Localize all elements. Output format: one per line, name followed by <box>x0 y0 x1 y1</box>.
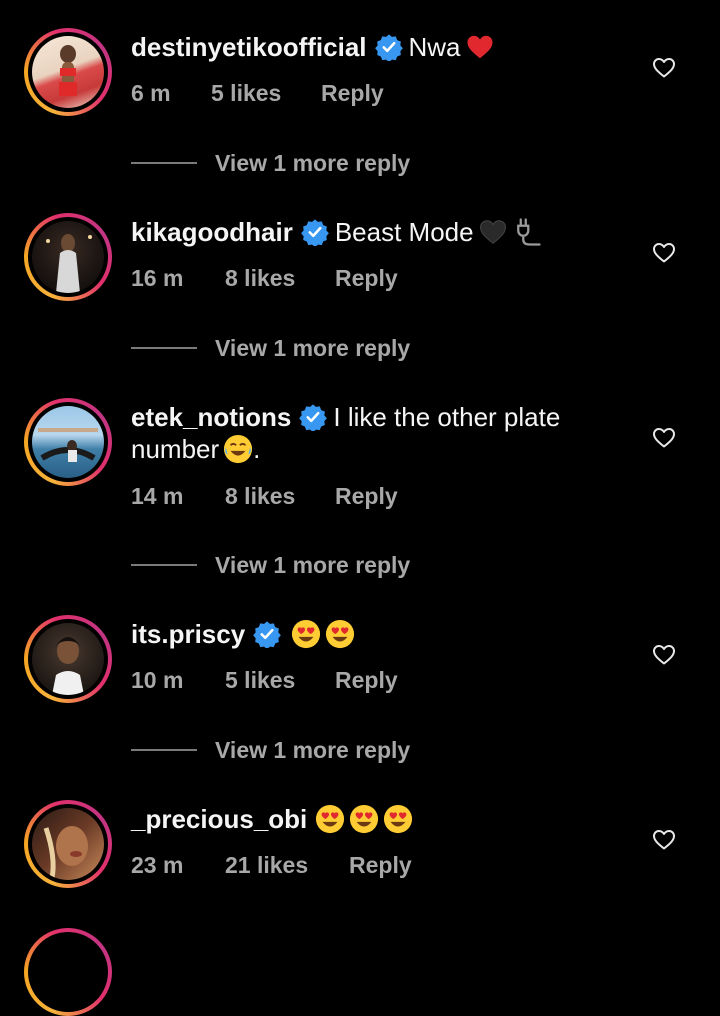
username[interactable]: etek_notions <box>131 402 291 432</box>
avatar[interactable] <box>24 28 112 116</box>
avatar[interactable] <box>24 213 112 301</box>
verified-badge-icon <box>253 620 281 648</box>
comment-text-tail: . <box>253 434 261 464</box>
like-heart-icon[interactable] <box>652 56 676 80</box>
heart-eyes-emoji-icon <box>315 804 345 834</box>
likes-count[interactable]: 5 likes <box>211 80 321 107</box>
divider <box>131 347 197 349</box>
view-more-replies-button[interactable]: View 1 more reply <box>131 552 410 579</box>
comment-time: 10 m <box>131 667 184 693</box>
view-more-replies-button[interactable]: View 1 more reply <box>131 335 410 362</box>
comment-time: 23 m <box>131 852 184 878</box>
tears-of-joy-emoji-icon <box>224 434 253 464</box>
like-heart-icon[interactable] <box>652 828 676 852</box>
likes-count[interactable]: 8 likes <box>225 265 335 292</box>
reply-button[interactable]: Reply <box>335 667 398 694</box>
username[interactable]: _precious_obi <box>131 804 307 834</box>
heart-eyes-emoji-icon <box>291 619 321 649</box>
username[interactable]: kikagoodhair <box>131 217 293 247</box>
likes-count[interactable]: 8 likes <box>225 483 335 510</box>
likes-count[interactable]: 5 likes <box>225 667 335 694</box>
comment-time: 6 m <box>131 80 171 106</box>
avatar-photo-icon <box>59 45 77 96</box>
avatar-photo-icon <box>52 637 84 695</box>
avatar-photo-icon <box>38 428 98 462</box>
comment-text: Nwa <box>408 32 461 62</box>
view-more-replies-button[interactable]: View 1 more reply <box>131 737 410 764</box>
verified-badge-icon <box>375 33 403 61</box>
reply-button[interactable]: Reply <box>335 483 398 510</box>
reply-button[interactable]: Reply <box>321 80 384 107</box>
username[interactable]: its.priscy <box>131 619 245 649</box>
verified-badge-icon <box>301 218 329 246</box>
plug-emoji-icon <box>516 218 541 246</box>
view-more-replies-label: View 1 more reply <box>215 150 411 176</box>
like-heart-icon[interactable] <box>652 426 676 450</box>
heart-eyes-emoji-icon <box>325 619 355 649</box>
comment-text: Beast Mode <box>334 217 474 247</box>
view-more-replies-label: View 1 more reply <box>215 737 411 763</box>
like-heart-icon[interactable] <box>652 241 676 265</box>
divider <box>131 749 197 751</box>
avatar[interactable] <box>24 398 112 486</box>
avatar[interactable] <box>24 800 112 888</box>
avatar[interactable] <box>24 928 112 1016</box>
comment-time: 14 m <box>131 483 184 509</box>
likes-count[interactable]: 21 likes <box>225 852 349 879</box>
comment-time: 16 m <box>131 265 184 291</box>
reply-button[interactable]: Reply <box>335 265 398 292</box>
avatar[interactable] <box>24 615 112 703</box>
like-heart-icon[interactable] <box>652 643 676 667</box>
divider <box>131 162 197 164</box>
view-more-replies-label: View 1 more reply <box>215 552 411 578</box>
heart-eyes-emoji-icon <box>383 804 413 834</box>
heart-eyes-emoji-icon <box>349 804 379 834</box>
divider <box>131 564 197 566</box>
avatar-photo-icon <box>46 234 92 293</box>
avatar-photo-icon <box>43 826 88 879</box>
view-more-replies-label: View 1 more reply <box>215 335 411 361</box>
username[interactable]: destinyetikoofficial <box>131 32 367 62</box>
red-heart-emoji-icon <box>467 35 493 59</box>
view-more-replies-button[interactable]: View 1 more reply <box>131 150 410 177</box>
reply-button[interactable]: Reply <box>349 852 412 879</box>
black-heart-emoji-icon <box>479 220 506 244</box>
verified-badge-icon <box>299 403 327 431</box>
